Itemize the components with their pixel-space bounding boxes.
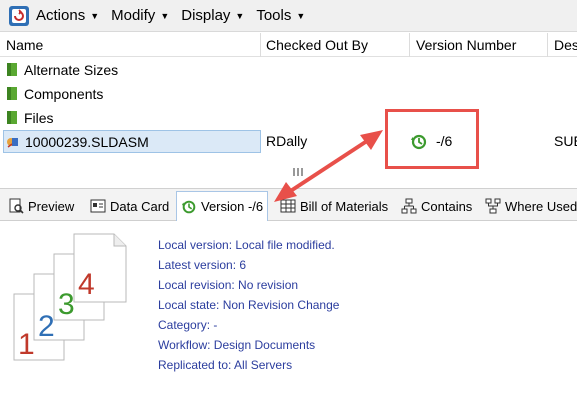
version-stack-number: 1 xyxy=(18,328,35,361)
tab-where-used[interactable]: Where Used xyxy=(481,192,577,220)
list-item[interactable]: Components xyxy=(0,82,577,105)
chevron-down-icon: ▼ xyxy=(296,10,306,21)
column-checked-out-by[interactable]: Checked Out By xyxy=(260,33,410,57)
data-card-icon xyxy=(90,199,106,213)
chevron-down-icon: ▼ xyxy=(90,10,100,21)
tab-bill-of-materials-label: Bill of Materials xyxy=(300,198,389,214)
file-list: Alternate Sizes Components Files 1000023… xyxy=(0,58,577,164)
list-item[interactable]: Files xyxy=(0,106,577,129)
splitter[interactable] xyxy=(0,164,577,188)
tab-where-used-label: Where Used xyxy=(505,198,577,214)
latest-version: Latest version: 6 xyxy=(158,258,247,272)
version-stack-number: 2 xyxy=(38,310,55,343)
tab-preview[interactable]: Preview xyxy=(4,192,78,220)
chevron-down-icon: ▼ xyxy=(235,10,245,21)
menu-tools-label: Tools xyxy=(256,7,292,24)
menu-tools[interactable]: Tools ▼ xyxy=(256,7,305,24)
assembly-icon xyxy=(7,137,18,148)
menu-actions[interactable]: Actions ▼ xyxy=(36,7,99,24)
version-stack-icon: 1 2 3 4 xyxy=(13,233,127,361)
column-name[interactable]: Name xyxy=(0,33,261,57)
tab-version-label: Version -/6 xyxy=(201,199,264,214)
replicated-to: Replicated to: All Servers xyxy=(158,358,293,372)
folder-icon xyxy=(7,87,17,100)
version-stack-number: 4 xyxy=(78,268,95,301)
local-revision: Local revision: No revision xyxy=(158,278,299,292)
splitter-grip-icon xyxy=(293,168,303,176)
tab-contains-label: Contains xyxy=(421,198,473,214)
category: Category: - xyxy=(158,318,218,332)
menu-bar: Actions ▼ Modify ▼ Display ▼ Tools ▼ xyxy=(0,0,577,32)
local-state: Local state: Non Revision Change xyxy=(158,298,340,312)
version-stack-number: 3 xyxy=(58,288,75,321)
file-name: Files xyxy=(24,109,54,126)
hierarchy-icon xyxy=(401,198,417,214)
chevron-down-icon: ▼ xyxy=(160,10,170,21)
local-version: Local version: Local file modified. xyxy=(158,238,335,252)
column-version-number[interactable]: Version Number xyxy=(410,33,548,57)
workflow: Workflow: Design Documents xyxy=(158,338,316,352)
tab-data-card-label: Data Card xyxy=(110,198,170,214)
menu-actions-label: Actions xyxy=(36,7,86,24)
menu-display-label: Display xyxy=(181,7,231,24)
pdm-vault-icon[interactable] xyxy=(8,5,30,27)
menu-modify-label: Modify xyxy=(111,7,156,24)
menu-modify[interactable]: Modify ▼ xyxy=(111,7,169,24)
file-name: Components xyxy=(24,85,104,102)
tab-data-card[interactable]: Data Card xyxy=(86,192,173,220)
tab-preview-label: Preview xyxy=(28,198,75,214)
version-history-icon xyxy=(181,200,196,213)
table-icon xyxy=(280,199,296,213)
tab-version[interactable]: Version -/6 xyxy=(176,191,269,221)
annotation-highlight-box xyxy=(385,109,479,169)
column-description[interactable]: Des xyxy=(548,33,577,57)
preview-icon xyxy=(9,198,24,214)
version-details-panel: 1 2 3 4 Local version: Local file modifi… xyxy=(0,222,577,393)
hierarchy-up-icon xyxy=(485,198,501,214)
folder-icon xyxy=(7,63,17,76)
file-name: 10000239.SLDASM xyxy=(25,133,149,150)
file-name: Alternate Sizes xyxy=(24,61,119,78)
version-page-4: 4 xyxy=(73,233,127,303)
list-item[interactable]: Alternate Sizes xyxy=(0,58,577,81)
tab-bill-of-materials[interactable]: Bill of Materials xyxy=(276,192,392,220)
folder-icon xyxy=(7,111,17,124)
menu-display[interactable]: Display ▼ xyxy=(181,7,244,24)
table-row-selected[interactable]: 10000239.SLDASM RDally -/6 SUE xyxy=(0,130,577,153)
tab-contains[interactable]: Contains xyxy=(397,192,476,220)
checked-out-by-cell: RDally xyxy=(266,133,308,149)
description-cell: SUE xyxy=(554,133,577,149)
tab-bar: Preview Data Card Version -/6 Bill of Ma… xyxy=(0,188,577,221)
column-header: Name Checked Out By Version Number Des xyxy=(0,33,577,57)
